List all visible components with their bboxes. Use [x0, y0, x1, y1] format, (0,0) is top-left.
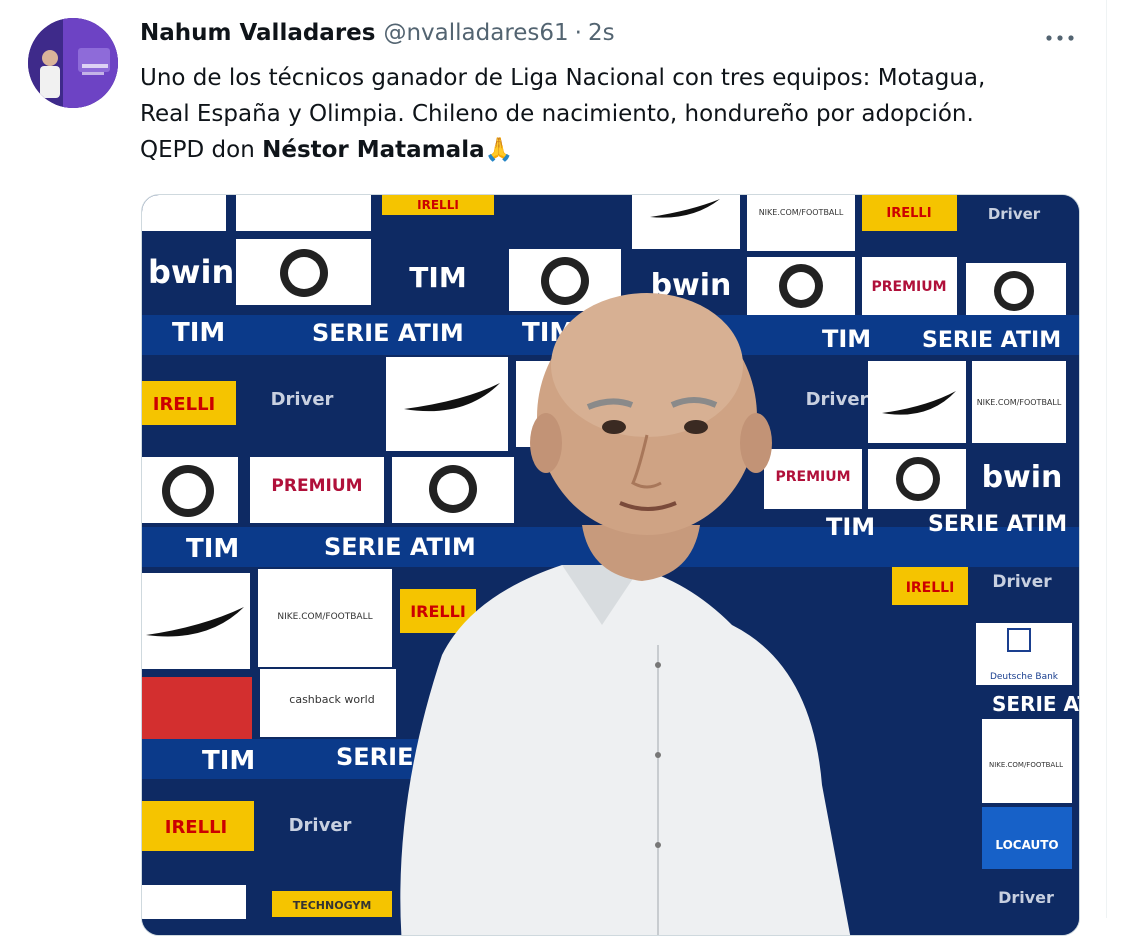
tweet-media-photo[interactable]: IRELLI NIKE.COM/FOOTBALL IRELLI Driver b…	[141, 194, 1080, 936]
tweet-text-prefix: QEPD don	[140, 137, 263, 163]
nike-football-label: NIKE.COM/FOOTBALL	[977, 398, 1062, 407]
photo-image: IRELLI NIKE.COM/FOOTBALL IRELLI Driver b…	[142, 195, 1079, 935]
locauto-label: LOCAUTO	[995, 838, 1058, 852]
tim-label: TIM	[409, 261, 466, 294]
tweet[interactable]: Nahum Valladares @nvalladares61 · 2s Uno…	[0, 0, 1124, 936]
premium-label: PREMIUM	[775, 469, 850, 485]
nike-football-label: NIKE.COM/FOOTBALL	[277, 612, 372, 622]
driver-label: Driver	[992, 572, 1052, 592]
avatar[interactable]	[28, 18, 118, 108]
praying-hands-emoji: 🙏	[484, 137, 514, 163]
driver-label: Driver	[806, 389, 869, 410]
bwin-label: bwin	[148, 253, 234, 291]
divider	[1106, 0, 1107, 918]
pirelli-label: IRELLI	[886, 206, 931, 221]
pirelli-label: IRELLI	[417, 198, 459, 212]
deutsche-bank-label: Deutsche Bank	[990, 672, 1059, 682]
tweet-text-bold-name: Néstor Matamala	[262, 137, 485, 163]
serie-a-label: SERIE ATIM	[992, 692, 1079, 716]
tim-label: TIM	[822, 325, 871, 353]
pirelli-label: IRELLI	[153, 394, 216, 415]
driver-label: Driver	[289, 815, 352, 836]
nike-football-label: NIKE.COM/FOOTBALL	[759, 208, 844, 217]
author-handle[interactable]: @nvalladares61	[383, 20, 568, 46]
avatar-image	[28, 18, 118, 108]
timestamp[interactable]: 2s	[588, 20, 615, 46]
tim-label: TIM	[172, 318, 225, 348]
driver-label: Driver	[271, 389, 334, 410]
tim-label: TIM	[186, 534, 239, 564]
pirelli-label: IRELLI	[906, 580, 955, 596]
author-name[interactable]: Nahum Valladares	[140, 20, 375, 46]
tweet-header: Nahum Valladares @nvalladares61 · 2s	[140, 20, 615, 46]
tweet-text: Uno de los técnicos ganador de Liga Naci…	[140, 60, 1100, 168]
bwin-label: bwin	[982, 460, 1063, 495]
tim-label: TIM	[826, 513, 875, 541]
serie-a-label: SERIE ATIM	[312, 319, 464, 347]
more-horizontal-icon	[1046, 35, 1074, 41]
nike-football-label: NIKE.COM/FOOTBALL	[989, 761, 1063, 769]
tim-label: TIM	[202, 746, 255, 776]
driver-label: Driver	[998, 888, 1054, 907]
pirelli-label: IRELLI	[410, 602, 466, 621]
tweet-text-line: QEPD don Néstor Matamala🙏	[140, 132, 1100, 168]
pirelli-label: IRELLI	[165, 817, 228, 838]
premium-label: PREMIUM	[271, 476, 362, 496]
driver-label: Driver	[988, 205, 1041, 223]
serie-a-label: SERIE ATIM	[928, 512, 1067, 537]
tweet-text-line: Real España y Olimpia. Chileno de nacimi…	[140, 101, 974, 127]
tweet-text-line: Uno de los técnicos ganador de Liga Naci…	[140, 65, 986, 91]
technogym-label: TECHNOGYM	[293, 899, 372, 912]
separator: ·	[574, 20, 582, 46]
premium-label: PREMIUM	[871, 279, 946, 295]
more-button[interactable]	[1040, 24, 1080, 52]
serie-a-label: SERIE ATIM	[922, 328, 1061, 353]
serie-a-label: SERIE ATIM	[324, 533, 476, 561]
cashback-label: cashback world	[289, 693, 374, 706]
